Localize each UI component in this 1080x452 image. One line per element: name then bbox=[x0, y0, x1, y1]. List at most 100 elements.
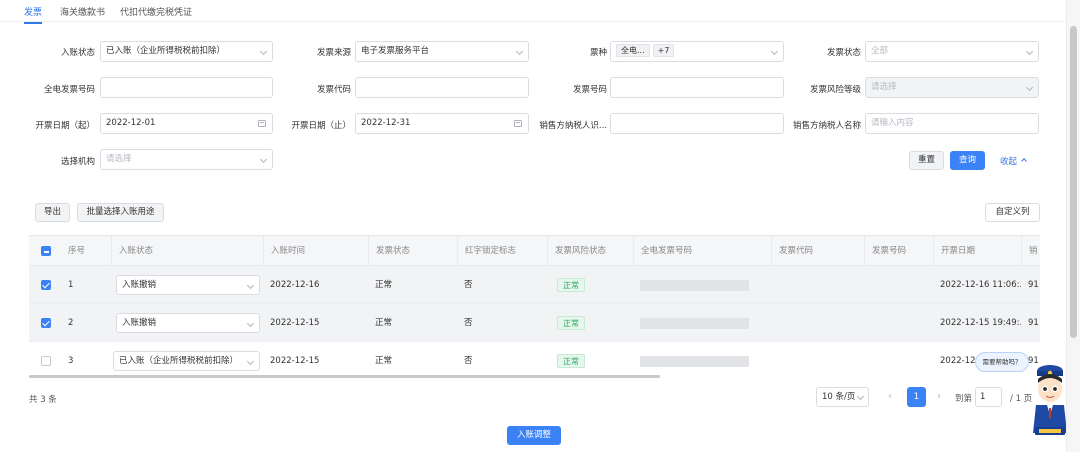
risk-status-badge: 正常 bbox=[557, 315, 585, 330]
col-entry-time: 入账时间 bbox=[263, 236, 368, 266]
col-red-lock: 红字锁定标志 bbox=[457, 236, 547, 266]
customize-columns-button[interactable]: 自定义列 bbox=[985, 203, 1040, 222]
export-button[interactable]: 导出 bbox=[35, 203, 70, 222]
row-invoice-status: 正常 bbox=[375, 318, 393, 328]
row-red-lock: 否 bbox=[464, 280, 473, 290]
chevron-down-icon bbox=[856, 392, 865, 401]
invoice-code-input[interactable] bbox=[355, 77, 529, 98]
row-seller: 91 bbox=[1028, 280, 1039, 290]
row-checkbox[interactable] bbox=[41, 318, 51, 328]
invoice-status-placeholder: 全部 bbox=[871, 46, 889, 56]
col-seller: 销 bbox=[1021, 236, 1040, 266]
row-issue-date: 2022-12-16 11:06:... bbox=[940, 280, 1021, 290]
invoice-code-label: 发票代码 bbox=[316, 85, 351, 95]
row-red-lock: 否 bbox=[464, 318, 473, 328]
page-1-button[interactable]: 1 bbox=[907, 387, 926, 407]
entry-adjust-button[interactable]: 入账调整 bbox=[507, 426, 561, 445]
risk-level-placeholder: 请选择 bbox=[871, 82, 897, 92]
table-row[interactable]: 2 入账撤销 2022-12-15 正常 否 正常 2022-12-15 19:… bbox=[29, 304, 1040, 342]
row-entry-time: 2022-12-15 bbox=[270, 356, 320, 366]
row-entry-status-value: 入账撤销 bbox=[122, 318, 157, 328]
page-vertical-scrollbar[interactable] bbox=[1066, 0, 1080, 452]
row-entry-status-select[interactable]: 入账撤销 bbox=[116, 313, 260, 333]
scroll-thumb[interactable] bbox=[1070, 26, 1077, 338]
invoice-status-label: 发票状态 bbox=[826, 48, 861, 58]
invoice-no-input[interactable] bbox=[610, 77, 784, 98]
table-horizontal-scrollbar[interactable] bbox=[29, 375, 660, 378]
risk-level-label: 发票风险等级 bbox=[809, 85, 861, 95]
row-risk-cell: 正常 bbox=[550, 266, 585, 304]
help-bubble[interactable]: 需要帮助吗？ bbox=[975, 352, 1029, 372]
collapse-button[interactable]: 收起 bbox=[1000, 155, 1027, 167]
ticket-type-select[interactable]: 全电... +7 bbox=[610, 41, 784, 62]
prev-page-icon[interactable]: ‹ bbox=[888, 391, 892, 402]
row-invoice-status: 正常 bbox=[375, 280, 393, 290]
date-start-picker[interactable]: 2022-12-01 bbox=[100, 113, 273, 134]
seller-tax-id-input[interactable] bbox=[610, 113, 784, 134]
invoice-status-select[interactable]: 全部 bbox=[865, 41, 1039, 62]
total-count: 共 3 条 bbox=[29, 395, 57, 405]
row-entry-status-select[interactable]: 已入账（企业所得税税前扣除） bbox=[113, 351, 260, 371]
invoice-no-label: 发票号码 bbox=[572, 85, 607, 95]
reset-button[interactable]: 重置 bbox=[909, 151, 944, 170]
goto-page-input[interactable]: 1 bbox=[975, 387, 1002, 407]
row-checkbox[interactable] bbox=[41, 356, 51, 366]
risk-status-badge: 正常 bbox=[557, 353, 585, 368]
col-invoice-status: 发票状态 bbox=[368, 236, 457, 266]
chevron-down-icon bbox=[1025, 47, 1034, 56]
redacted-full-elec-no bbox=[640, 280, 749, 291]
row-risk-cell: 正常 bbox=[550, 342, 585, 378]
assistant-avatar-icon[interactable] bbox=[1030, 363, 1070, 441]
redacted-full-elec-no bbox=[640, 318, 749, 329]
row-seq: 1 bbox=[68, 280, 74, 290]
seller-name-input[interactable]: 请输入内容 bbox=[865, 113, 1039, 134]
col-full-elec-no: 全电发票号码 bbox=[633, 236, 771, 266]
full-elec-no-input[interactable] bbox=[100, 77, 273, 98]
chevron-down-icon bbox=[246, 319, 255, 328]
next-page-icon[interactable]: › bbox=[937, 391, 941, 402]
chevron-down-icon bbox=[1025, 83, 1034, 92]
entry-status-select[interactable]: 已入账（企业所得税税前扣除） bbox=[100, 41, 273, 62]
row-entry-status-value: 入账撤销 bbox=[122, 280, 157, 290]
date-end-picker[interactable]: 2022-12-31 bbox=[355, 113, 529, 134]
tab-withholding-certificate[interactable]: 代扣代缴完税凭证 bbox=[120, 5, 192, 18]
row-issue-date: 2022-12-15 19:49:... bbox=[940, 318, 1021, 328]
col-invoice-code: 发票代码 bbox=[771, 236, 864, 266]
table-row[interactable]: 1 入账撤销 2022-12-16 正常 否 正常 2022-12-16 11:… bbox=[29, 266, 1040, 304]
collapse-label: 收起 bbox=[1000, 157, 1018, 167]
table-row[interactable]: 3 已入账（企业所得税税前扣除） 2022-12-15 正常 否 正常 2022… bbox=[29, 342, 1040, 378]
row-invoice-status: 正常 bbox=[375, 356, 393, 366]
tab-bar: 发票 海关缴款书 代扣代缴完税凭证 bbox=[0, 0, 1066, 24]
invoice-table: 序号 入账状态 入账时间 发票状态 红字锁定标志 发票风险状态 全电发票号码 发… bbox=[29, 235, 1040, 378]
select-all-checkbox[interactable] bbox=[41, 246, 51, 256]
chevron-down-icon bbox=[259, 47, 268, 56]
goto-label: 到第 bbox=[955, 394, 973, 404]
chevron-down-icon bbox=[515, 47, 524, 56]
invoice-page: { "tabs": ["发票", "海关缴款书", "代扣代缴完税凭证"], "… bbox=[0, 0, 1080, 452]
entry-status-value: 已入账（企业所得税税前扣除） bbox=[106, 46, 226, 56]
chevron-down-icon bbox=[246, 357, 255, 366]
org-placeholder: 请选择 bbox=[106, 154, 132, 164]
invoice-source-select[interactable]: 电子发票服务平台 bbox=[355, 41, 529, 62]
batch-entry-purpose-button[interactable]: 批量选择入账用途 bbox=[77, 203, 164, 222]
redacted-full-elec-no bbox=[640, 356, 749, 367]
row-checkbox[interactable] bbox=[41, 280, 51, 290]
page-size-select[interactable]: 10 条/页 bbox=[816, 387, 869, 407]
tab-invoice[interactable]: 发票 bbox=[24, 5, 43, 24]
chevron-down-icon bbox=[770, 47, 779, 56]
query-button[interactable]: 查询 bbox=[950, 151, 985, 170]
col-entry-status: 入账状态 bbox=[111, 236, 263, 266]
seller-name-label: 销售方纳税人名称 bbox=[792, 121, 861, 131]
total-pages: / 1 页 bbox=[1010, 394, 1033, 404]
row-entry-status-value: 已入账（企业所得税税前扣除） bbox=[119, 356, 239, 366]
org-select[interactable]: 请选择 bbox=[100, 149, 273, 170]
row-entry-time: 2022-12-15 bbox=[270, 318, 320, 328]
tab-customs-payment[interactable]: 海关缴款书 bbox=[60, 5, 105, 18]
page-size-value: 10 条/页 bbox=[822, 392, 856, 402]
ticket-type-more: +7 bbox=[652, 44, 675, 57]
col-issue-date: 开票日期 bbox=[933, 236, 1021, 266]
date-start-label: 开票日期（起） bbox=[35, 121, 95, 131]
row-entry-status-select[interactable]: 入账撤销 bbox=[116, 275, 260, 295]
table-header: 序号 入账状态 入账时间 发票状态 红字锁定标志 发票风险状态 全电发票号码 发… bbox=[29, 236, 1040, 266]
col-risk-status: 发票风险状态 bbox=[547, 236, 633, 266]
